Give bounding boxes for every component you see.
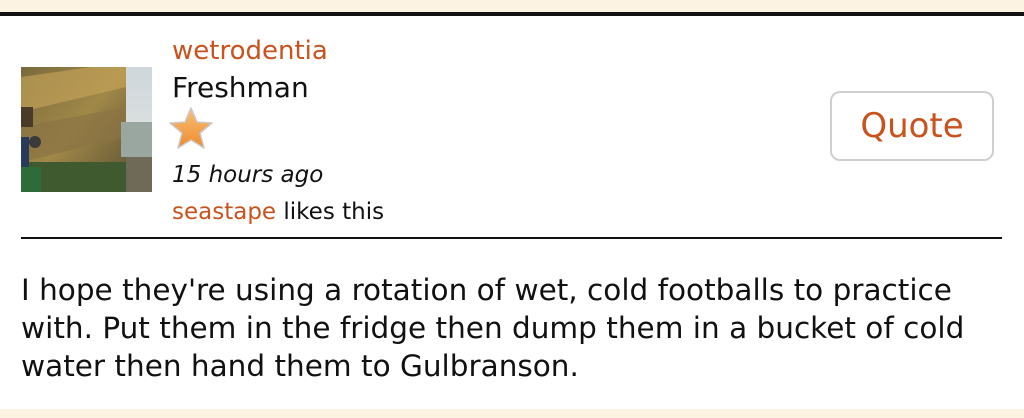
star-icon — [168, 106, 214, 150]
avatar[interactable] — [21, 67, 152, 192]
author-username[interactable]: wetrodentia — [172, 36, 328, 66]
author-rank: Freshman — [172, 71, 309, 104]
liker-username[interactable]: seastape — [172, 199, 276, 225]
likes-line: seastape likes this — [172, 198, 384, 226]
likes-suffix: likes this — [276, 199, 385, 225]
top-background-strip — [0, 0, 1024, 12]
forum-post: wetrodentia Freshman 15 hours ago seasta… — [0, 12, 1024, 409]
quote-button[interactable]: Quote — [830, 91, 994, 161]
bottom-background-strip — [0, 409, 1024, 418]
post-timestamp: 15 hours ago — [172, 162, 324, 188]
post-divider — [21, 237, 1002, 239]
post-body: I hope they're using a rotation of wet, … — [21, 273, 965, 383]
